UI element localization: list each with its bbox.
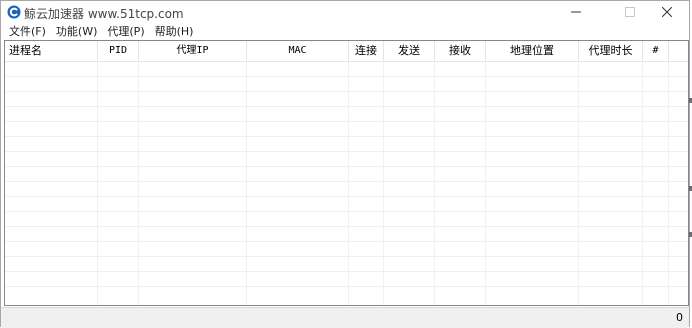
column-header-location[interactable]: 地理位置 bbox=[486, 41, 579, 61]
grid-line bbox=[5, 136, 688, 137]
column-header-process-name[interactable]: 进程名 bbox=[5, 41, 98, 61]
minimize-button[interactable] bbox=[553, 1, 599, 23]
grid-line bbox=[5, 286, 688, 287]
grid-line bbox=[5, 226, 688, 227]
grid-line bbox=[348, 61, 349, 305]
menu-bar: 文件(F) 功能(W) 代理(P) 帮助(H) bbox=[1, 23, 689, 40]
grid-line bbox=[5, 211, 688, 212]
close-button[interactable] bbox=[644, 1, 690, 23]
column-header-mac[interactable]: MAC bbox=[247, 41, 349, 61]
grid-line bbox=[383, 61, 384, 305]
status-count: 0 bbox=[676, 311, 683, 324]
column-header-sent[interactable]: 发送 bbox=[384, 41, 435, 61]
maximize-icon bbox=[625, 7, 635, 17]
grid-line bbox=[485, 61, 486, 305]
grid-line bbox=[5, 241, 688, 242]
menu-proxy[interactable]: 代理(P) bbox=[102, 23, 149, 40]
column-header-proxy-ip[interactable]: 代理IP bbox=[139, 41, 247, 61]
grid-line bbox=[5, 151, 688, 152]
app-window: 鲸云加速器 www.51tcp.com 文件(F) 功能(W) 代理(P) 帮助… bbox=[0, 0, 690, 328]
grid-line bbox=[5, 166, 688, 167]
column-header-proxy-duration[interactable]: 代理时长 bbox=[579, 41, 643, 61]
menu-file[interactable]: 文件(F) bbox=[1, 23, 51, 40]
column-header-number[interactable]: # bbox=[643, 41, 669, 61]
minimize-icon bbox=[571, 11, 581, 13]
app-logo-icon bbox=[7, 5, 21, 19]
menu-help[interactable]: 帮助(H) bbox=[150, 23, 199, 40]
process-list[interactable]: 进程名 PID 代理IP MAC 连接 发送 接收 地理位置 代理时长 # bbox=[4, 40, 689, 306]
grid-line bbox=[578, 61, 579, 305]
grid-line bbox=[246, 61, 247, 305]
column-header-connections[interactable]: 连接 bbox=[349, 41, 384, 61]
grid-line bbox=[5, 256, 688, 257]
status-bar: 0 bbox=[1, 307, 689, 328]
grid-line bbox=[5, 91, 688, 92]
grid-line bbox=[5, 196, 688, 197]
title-bar[interactable]: 鲸云加速器 www.51tcp.com bbox=[1, 1, 689, 23]
grid-line bbox=[668, 61, 669, 305]
grid-line bbox=[5, 76, 688, 77]
grid-line bbox=[642, 61, 643, 305]
menu-function[interactable]: 功能(W) bbox=[51, 23, 102, 40]
close-icon bbox=[662, 7, 672, 17]
grid-line bbox=[434, 61, 435, 305]
grid-line bbox=[138, 61, 139, 305]
grid-line bbox=[5, 121, 688, 122]
window-title: 鲸云加速器 www.51tcp.com bbox=[24, 7, 184, 21]
grid-line bbox=[5, 181, 688, 182]
list-header: 进程名 PID 代理IP MAC 连接 发送 接收 地理位置 代理时长 # bbox=[5, 41, 688, 62]
column-header-received[interactable]: 接收 bbox=[435, 41, 486, 61]
column-header-pid[interactable]: PID bbox=[98, 41, 139, 61]
grid-line bbox=[5, 106, 688, 107]
grid-line bbox=[5, 271, 688, 272]
grid-line bbox=[97, 61, 98, 305]
